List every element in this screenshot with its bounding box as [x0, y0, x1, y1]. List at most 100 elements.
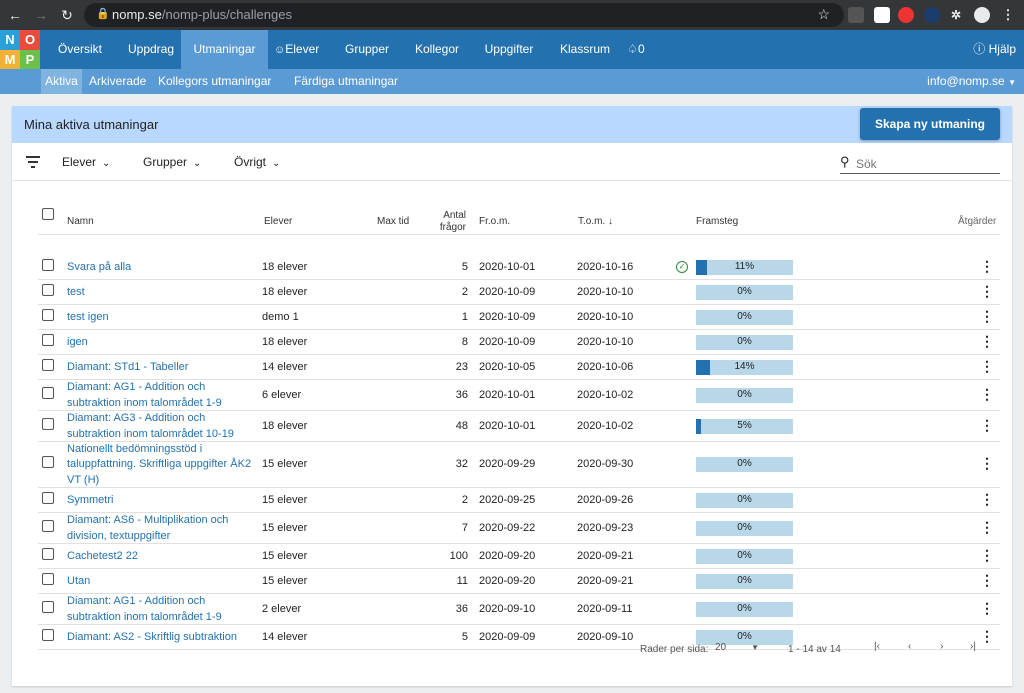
next-page-icon[interactable]: ›: [940, 641, 943, 652]
browser-menu-icon[interactable]: ⋮: [1000, 7, 1016, 23]
row-checkbox[interactable]: [42, 628, 54, 641]
address-bar[interactable]: 🔒 nomp.se/nomp-plus/challenges ☆: [84, 3, 844, 27]
filter-elever-dropdown[interactable]: Elever ⌄: [62, 155, 110, 169]
table-row[interactable]: test igen demo 1 1 2020-10-09 2020-10-10 0% ⋮: [38, 305, 1000, 330]
rows-per-page-select[interactable]: 20 ▼: [715, 642, 759, 658]
table-row[interactable]: Diamant: AS2 - Skriftlig subtraktion 14 e…: [38, 625, 1000, 650]
row-checkbox[interactable]: [42, 547, 54, 560]
table-row[interactable]: Diamant: AG3 - Addition och subtraktion …: [38, 411, 1000, 442]
nav-utmaningar[interactable]: Utmaningar: [181, 30, 268, 69]
challenge-name-link[interactable]: Diamant: STd1 - Tabeller: [67, 360, 253, 376]
challenge-name-link[interactable]: Diamant: AG1 - Addition och subtraktion …: [67, 380, 253, 411]
row-actions-menu-icon[interactable]: ⋮: [980, 417, 994, 434]
row-checkbox[interactable]: [42, 572, 54, 585]
nav-uppgifter[interactable]: Uppgifter: [476, 30, 542, 69]
bookmark-star-icon[interactable]: ☆: [817, 6, 830, 23]
row-actions-menu-icon[interactable]: ⋮: [980, 333, 994, 350]
tab-arkiverade[interactable]: Arkiverade: [89, 69, 146, 94]
challenge-name-link[interactable]: Utan: [67, 574, 253, 590]
col-max-time[interactable]: Max tid: [377, 216, 409, 227]
extension-dot-icon[interactable]: [924, 7, 940, 23]
row-actions-menu-icon[interactable]: ⋮: [980, 628, 994, 645]
nav-grupper[interactable]: Grupper: [336, 30, 398, 69]
filter-grupper-dropdown[interactable]: Grupper ⌄: [143, 155, 201, 169]
table-row[interactable]: test 18 elever 2 2020-10-09 2020-10-10 0% ⋮: [38, 280, 1000, 305]
row-actions-menu-icon[interactable]: ⋮: [980, 600, 994, 617]
table-row[interactable]: Svara på alla 18 elever 5 2020-10-01 ✓ 2020-1…: [38, 255, 1000, 280]
col-progress[interactable]: Framsteg: [696, 216, 738, 227]
row-actions-menu-icon[interactable]: ⋮: [980, 258, 994, 275]
table-row[interactable]: igen 18 elever 8 2020-10-09 2020-10-10 0% ⋮: [38, 330, 1000, 355]
row-actions-menu-icon[interactable]: ⋮: [980, 358, 994, 375]
row-checkbox[interactable]: [42, 456, 54, 468]
forward-icon[interactable]: →: [32, 6, 50, 24]
extension-jb-icon[interactable]: [874, 7, 890, 23]
row-actions-menu-icon[interactable]: ⋮: [980, 547, 994, 564]
last-page-icon[interactable]: ›|: [970, 641, 976, 652]
table-row[interactable]: Diamant: AG1 - Addition och subtraktion …: [38, 594, 1000, 625]
table-row[interactable]: Diamant: STd1 - Tabeller 14 elever 23 2020-…: [38, 355, 1000, 380]
tab-fardiga-utmaningar[interactable]: Färdiga utmaningar: [294, 69, 398, 94]
challenge-name-link[interactable]: Diamant: AS6 - Multiplikation och divisi…: [67, 513, 253, 544]
table-row[interactable]: Nationellt bedömningsstöd i taluppfattni…: [38, 442, 1000, 488]
col-from[interactable]: Fr.o.m.: [479, 216, 510, 227]
filter-icon[interactable]: [26, 156, 40, 168]
row-checkbox[interactable]: [42, 333, 54, 346]
nomp-logo[interactable]: N O M P: [0, 30, 40, 69]
row-checkbox[interactable]: [42, 308, 54, 321]
help-link[interactable]: ⓘ Hjälp: [973, 30, 1016, 69]
select-all-checkbox[interactable]: [42, 208, 54, 220]
challenge-name-link[interactable]: Nationellt bedömningsstöd i taluppfattni…: [67, 442, 253, 489]
table-row[interactable]: Diamant: AG1 - Addition och subtraktion …: [38, 380, 1000, 411]
tab-aktiva[interactable]: Aktiva: [41, 69, 82, 94]
tab-kollegors-utmaningar[interactable]: Kollegors utmaningar: [158, 69, 271, 94]
challenge-name-link[interactable]: test: [67, 285, 253, 301]
filter-ovrigt-dropdown[interactable]: Övrigt ⌄: [234, 155, 280, 169]
nav-elever[interactable]: ☺Elever: [272, 30, 322, 69]
col-questions-line2[interactable]: frågor: [438, 222, 466, 233]
row-checkbox[interactable]: [42, 600, 54, 613]
nav-notifications[interactable]: ♤0: [624, 30, 648, 69]
challenge-name-link[interactable]: igen: [67, 335, 253, 351]
extension-shield-icon[interactable]: [898, 7, 914, 23]
challenge-name-link[interactable]: Cachetest2 22: [67, 549, 253, 565]
table-row[interactable]: Cachetest2 22 15 elever 100 2020-09-20 2020-…: [38, 544, 1000, 569]
nav-uppdrag[interactable]: Uppdrag: [120, 30, 182, 69]
row-actions-menu-icon[interactable]: ⋮: [980, 283, 994, 300]
col-students[interactable]: Elever: [264, 216, 292, 227]
nav-kollegor[interactable]: Kollegor: [407, 30, 467, 69]
row-actions-menu-icon[interactable]: ⋮: [980, 519, 994, 536]
row-checkbox[interactable]: [42, 283, 54, 296]
prev-page-icon[interactable]: ‹: [908, 641, 911, 652]
row-actions-menu-icon[interactable]: ⋮: [980, 491, 994, 508]
first-page-icon[interactable]: |‹: [874, 641, 880, 652]
nav-klassrum[interactable]: Klassrum: [550, 30, 620, 69]
reload-icon[interactable]: ↻: [58, 6, 76, 24]
profile-icon[interactable]: [974, 7, 990, 23]
challenge-name-link[interactable]: Diamant: AS2 - Skriftlig subtraktion: [67, 630, 253, 646]
col-name[interactable]: Namn: [67, 216, 94, 227]
user-menu[interactable]: info@nomp.se ▼: [927, 69, 1016, 94]
challenge-name-link[interactable]: test igen: [67, 310, 253, 326]
col-questions-line1[interactable]: Antal: [438, 210, 466, 221]
challenge-name-link[interactable]: Diamant: AG1 - Addition och subtraktion …: [67, 594, 253, 625]
info-icon[interactable]: [848, 7, 864, 23]
row-checkbox[interactable]: [42, 519, 54, 532]
row-checkbox[interactable]: [42, 258, 54, 271]
row-actions-menu-icon[interactable]: ⋮: [980, 386, 994, 403]
col-to[interactable]: T.o.m. ↓: [578, 216, 613, 227]
row-actions-menu-icon[interactable]: ⋮: [980, 572, 994, 589]
table-row[interactable]: Utan 15 elever 11 2020-09-20 2020-09-21 0% ⋮: [38, 569, 1000, 594]
table-row[interactable]: Diamant: AS6 - Multiplikation och divisi…: [38, 513, 1000, 544]
table-row[interactable]: Symmetri 15 elever 2 2020-09-25 2020-09-26 0%…: [38, 488, 1000, 513]
row-checkbox[interactable]: [42, 386, 54, 399]
row-actions-menu-icon[interactable]: ⋮: [980, 455, 994, 472]
row-checkbox[interactable]: [42, 491, 54, 504]
challenge-name-link[interactable]: Diamant: AG3 - Addition och subtraktion …: [67, 411, 253, 442]
row-checkbox[interactable]: [42, 417, 54, 430]
nav-oversikt[interactable]: Översikt: [48, 30, 112, 69]
search-input[interactable]: ⚲ Sök: [840, 154, 1000, 174]
extensions-puzzle-icon[interactable]: ✲: [948, 7, 964, 23]
row-actions-menu-icon[interactable]: ⋮: [980, 308, 994, 325]
create-challenge-button[interactable]: Skapa ny utmaning: [860, 108, 1000, 140]
